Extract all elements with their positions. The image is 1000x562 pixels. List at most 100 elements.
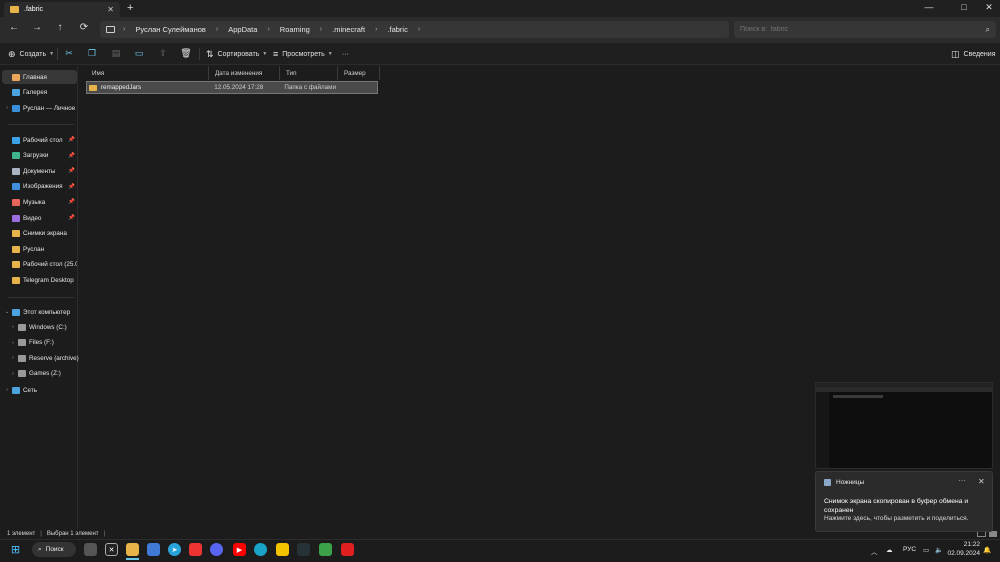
cut-icon[interactable]: ✂ [62,48,76,59]
notification-bell-icon[interactable]: 🔔 [983,546,991,554]
taskbar-search[interactable]: ⌕ Поиск [32,542,76,557]
clock-date[interactable]: 02.09.2024 [945,550,980,557]
sidebar-item[interactable]: › Games (Z:) [8,367,83,381]
search-input[interactable] [740,26,986,33]
maximize-button[interactable]: □ [953,2,975,12]
back-button[interactable]: ← [6,22,22,33]
breadcrumb-fabric[interactable]: .fabric [387,25,407,34]
app-icon-red[interactable] [189,543,202,556]
item-count: 1 элемент [7,531,36,537]
close-icon[interactable]: ✕ [978,477,985,486]
app-icon-dark[interactable] [297,543,310,556]
discord-icon[interactable] [210,543,223,556]
search-icon: ⌕ [38,545,42,553]
command-bar [0,43,1000,65]
network-icon[interactable]: ▭ [923,546,929,554]
copy-icon[interactable]: ❐ [85,48,99,59]
sidebar-item[interactable]: › Руслан — Личное [2,101,77,115]
file-date: 12.05.2024 17:28 [214,84,264,91]
search-box[interactable]: ⌕ [734,21,996,38]
app-icon-yellow[interactable] [276,543,289,556]
pin-icon: 📌 [68,199,75,206]
sidebar-item-label: Files (F:) [29,339,54,347]
task-view-icon[interactable] [84,543,97,556]
folder-icon [12,245,20,253]
sidebar-item[interactable]: Руслан [2,242,77,256]
column-type[interactable]: Тип [280,66,338,80]
sidebar-item[interactable]: Telegram Desktop [2,273,77,287]
view-button[interactable]: ≡ Просмотреть ▼ [273,47,333,61]
app-icon-blue[interactable] [147,543,160,556]
share-icon[interactable]: ⇪ [156,48,170,59]
app-icon-x[interactable]: ✕ [105,543,118,556]
sidebar-item[interactable]: Изображения 📌 [2,180,77,194]
pin-icon: 📌 [68,183,75,190]
language-indicator[interactable]: РУС [903,546,916,553]
chevron-right-icon[interactable]: › [8,371,18,377]
app-icon-red-2[interactable] [341,543,354,556]
sidebar-item[interactable]: › Files (F:) [8,336,83,350]
chevron-right-icon[interactable]: › [2,105,12,111]
sidebar-item[interactable]: › Windows (C:) [8,320,83,334]
chevron-right-icon[interactable]: › [8,355,18,361]
chevron-right-icon[interactable]: › [2,387,12,393]
new-tab-button[interactable]: + [127,2,133,14]
screenshot-thumbnail[interactable] [815,382,993,469]
cloud-icon[interactable]: ☁ [886,546,893,554]
delete-icon[interactable]: 🗑 [179,48,193,59]
paste-icon[interactable]: ▤ [109,48,123,59]
details-button[interactable]: ◫ Сведения [951,47,996,61]
column-name[interactable]: Имя [86,66,209,80]
close-window-button[interactable]: ✕ [978,2,1000,13]
address-bar[interactable]: › Руслан Сулейманов › AppData › Roaming … [100,21,729,38]
file-name: remappedJars [100,84,142,91]
notification-app-name: Ножницы [836,479,865,486]
chevron-right-icon[interactable]: › [8,324,18,330]
sidebar-item[interactable]: Рабочий стол (25.0 [2,258,77,272]
file-explorer-icon[interactable] [126,543,139,556]
column-size[interactable]: Размер [338,66,380,80]
sidebar-item[interactable]: Видео 📌 [2,211,77,225]
more-options-button[interactable]: ··· [342,47,349,61]
telegram-icon[interactable]: ➤ [168,543,181,556]
breadcrumb-roaming[interactable]: Roaming [280,25,310,34]
sidebar-item-label: Сеть [23,386,38,394]
refresh-button[interactable]: ⟳ [76,22,92,33]
breadcrumb-user[interactable]: Руслан Сулейманов [135,25,206,34]
forward-button[interactable]: → [29,22,45,33]
clock-time[interactable]: 21:22 [948,541,980,548]
chevron-down-icon[interactable]: ⌄ [2,309,12,315]
sidebar-item[interactable]: Музыка 📌 [2,195,77,209]
more-icon[interactable]: ··· [958,476,966,485]
minecraft-icon[interactable] [319,543,332,556]
breadcrumb-minecraft[interactable]: .minecraft [332,25,365,34]
sidebar-item[interactable]: Галерея [2,86,77,100]
breadcrumb-appdata[interactable]: AppData [228,25,257,34]
volume-icon[interactable]: 🔈 [935,546,943,554]
chevron-up-icon[interactable]: ︿ [871,546,878,556]
chevron-right-icon[interactable]: › [8,340,18,346]
sidebar-item[interactable]: Документы 📌 [2,164,77,178]
start-button[interactable]: ⊞ [9,543,22,556]
youtube-icon[interactable]: ▶ [233,543,246,556]
create-label: Создать [19,50,47,58]
notification-toast[interactable]: Ножницы ··· ✕ Снимок экрана скопирован в… [815,471,993,532]
sidebar-item[interactable]: › Сеть [2,383,77,397]
sidebar-item[interactable]: Главная [2,70,77,84]
details-pane-icon: ◫ [951,48,960,59]
up-button[interactable]: ↑ [52,22,68,33]
column-date[interactable]: Дата изменения [209,66,280,80]
rename-icon[interactable]: ▭ [132,48,146,59]
edge-icon[interactable] [254,543,267,556]
sidebar-item[interactable]: Рабочий стол 📌 [2,133,77,147]
minimize-button[interactable]: — [918,2,940,12]
sidebar-item[interactable]: Снимки экрана [2,227,77,241]
tab-close-icon[interactable]: ✕ [107,5,114,14]
create-button[interactable]: ⊕ Создать ▼ [8,47,54,61]
sort-button[interactable]: ⇅ Сортировать ▼ [206,47,267,61]
tab-fabric[interactable]: .fabric ✕ [4,2,120,17]
sidebar-item[interactable]: Загрузки 📌 [2,149,77,163]
table-row[interactable]: remappedJars 12.05.2024 17:28 Папка с фа… [86,81,378,94]
sidebar-item[interactable]: › Reserve (archive) [8,351,83,365]
sidebar-item[interactable]: ⌄ Этот компьютер [2,305,77,319]
